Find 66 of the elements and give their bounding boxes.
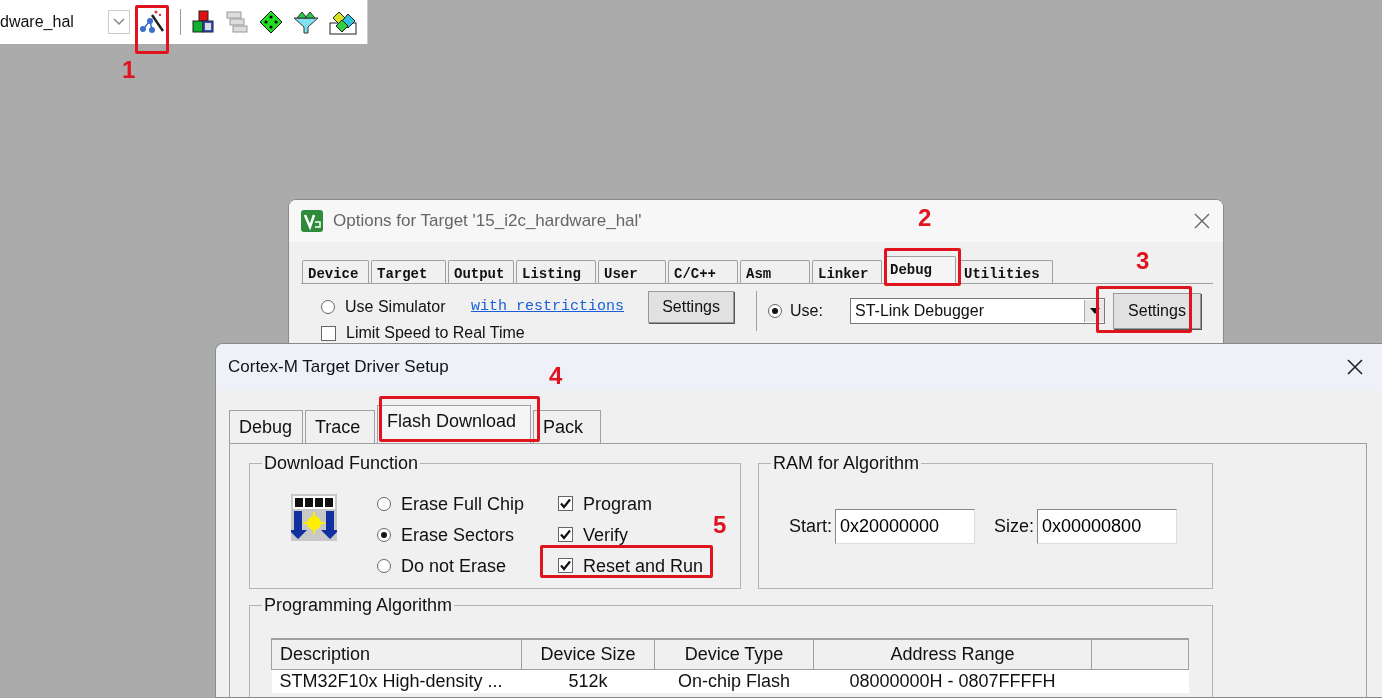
column-header[interactable]: Address Range: [813, 639, 1092, 669]
radio-label: Use Simulator: [345, 297, 447, 317]
radio-button[interactable]: [321, 300, 335, 314]
annotation-number: 4: [549, 363, 563, 389]
dropdown-arrow-icon[interactable]: [1089, 308, 1100, 314]
radio-button[interactable]: [377, 496, 391, 511]
table-cell: 08000000H - 0807FFFFH: [813, 669, 1092, 693]
radio-label: Do not Erase: [401, 554, 507, 577]
column-header[interactable]: Device Type: [654, 639, 814, 669]
field-label: Start:: [789, 515, 832, 538]
radio-label: Erase Full Chip: [401, 492, 525, 515]
radio-label: Erase Sectors: [401, 523, 515, 546]
tab[interactable]: Trace: [305, 410, 375, 443]
tab[interactable]: Debug: [229, 410, 303, 443]
tab[interactable]: Listing: [516, 260, 596, 283]
tab[interactable]: C/C++: [668, 260, 738, 283]
tab[interactable]: Output: [448, 260, 514, 283]
tab[interactable]: Debug: [884, 256, 956, 283]
project-name: dware_hal: [0, 12, 74, 32]
table-cell: STM32F10x High-density ...: [271, 669, 522, 693]
settings-button[interactable]: Settings: [648, 291, 735, 323]
blocks-icon[interactable]: [190, 10, 215, 34]
tab[interactable]: Asm: [740, 260, 810, 283]
checkbox[interactable]: [321, 325, 336, 341]
checkbox[interactable]: [558, 558, 574, 573]
checkbox[interactable]: [558, 496, 574, 511]
tab[interactable]: Linker: [812, 260, 882, 283]
chevron-down-icon[interactable]: [112, 18, 125, 26]
radio-label: Use:: [790, 301, 824, 321]
tab[interactable]: User: [598, 260, 666, 283]
table-cell: 512k: [521, 669, 655, 693]
load-icon[interactable]: [291, 494, 337, 541]
radio-button[interactable]: [768, 304, 782, 318]
highlight-box: [135, 5, 169, 54]
column-header[interactable]: Description: [271, 639, 522, 669]
radio-button[interactable]: [377, 527, 391, 542]
annotation-number: 3: [1136, 248, 1150, 274]
annotation-number: 5: [713, 512, 727, 538]
input-field[interactable]: 0x20000000: [835, 509, 975, 544]
checkbox[interactable]: [558, 527, 574, 542]
field-label: Size:: [994, 515, 1035, 538]
radio-button[interactable]: [377, 558, 391, 573]
tab[interactable]: Pack: [533, 410, 601, 443]
window-title: Options for Target '15_i2c_hardware_hal': [333, 210, 642, 233]
table-cell: On-chip Flash: [654, 669, 814, 693]
dice-icon[interactable]: [328, 9, 357, 35]
debugger-select[interactable]: ST-Link Debugger: [850, 298, 1105, 324]
funnel-icon[interactable]: [292, 10, 319, 34]
tab[interactable]: Utilities: [958, 260, 1053, 283]
checkbox-label: Reset and Run: [583, 554, 704, 577]
annotation-number: 2: [918, 205, 932, 231]
restrictions-link[interactable]: with restrictions: [471, 295, 625, 319]
annotation-number: 1: [122, 57, 136, 83]
diamond-icon[interactable]: [258, 10, 283, 34]
input-field[interactable]: 0x00000800: [1037, 509, 1178, 544]
checkbox-label: Verify: [583, 523, 629, 546]
window-title: Cortex-M Target Driver Setup: [228, 356, 449, 379]
column-header[interactable]: Device Size: [521, 639, 655, 669]
tab[interactable]: Target: [371, 260, 446, 283]
settings-button[interactable]: Settings: [1113, 293, 1201, 329]
checkbox-label: Limit Speed to Real Time: [346, 323, 525, 343]
app-icon[interactable]: [301, 210, 323, 232]
checkbox-label: Program: [583, 492, 653, 515]
close-icon[interactable]: [1346, 358, 1364, 376]
tab[interactable]: Device: [302, 260, 369, 283]
wand-icon[interactable]: [137, 9, 164, 35]
